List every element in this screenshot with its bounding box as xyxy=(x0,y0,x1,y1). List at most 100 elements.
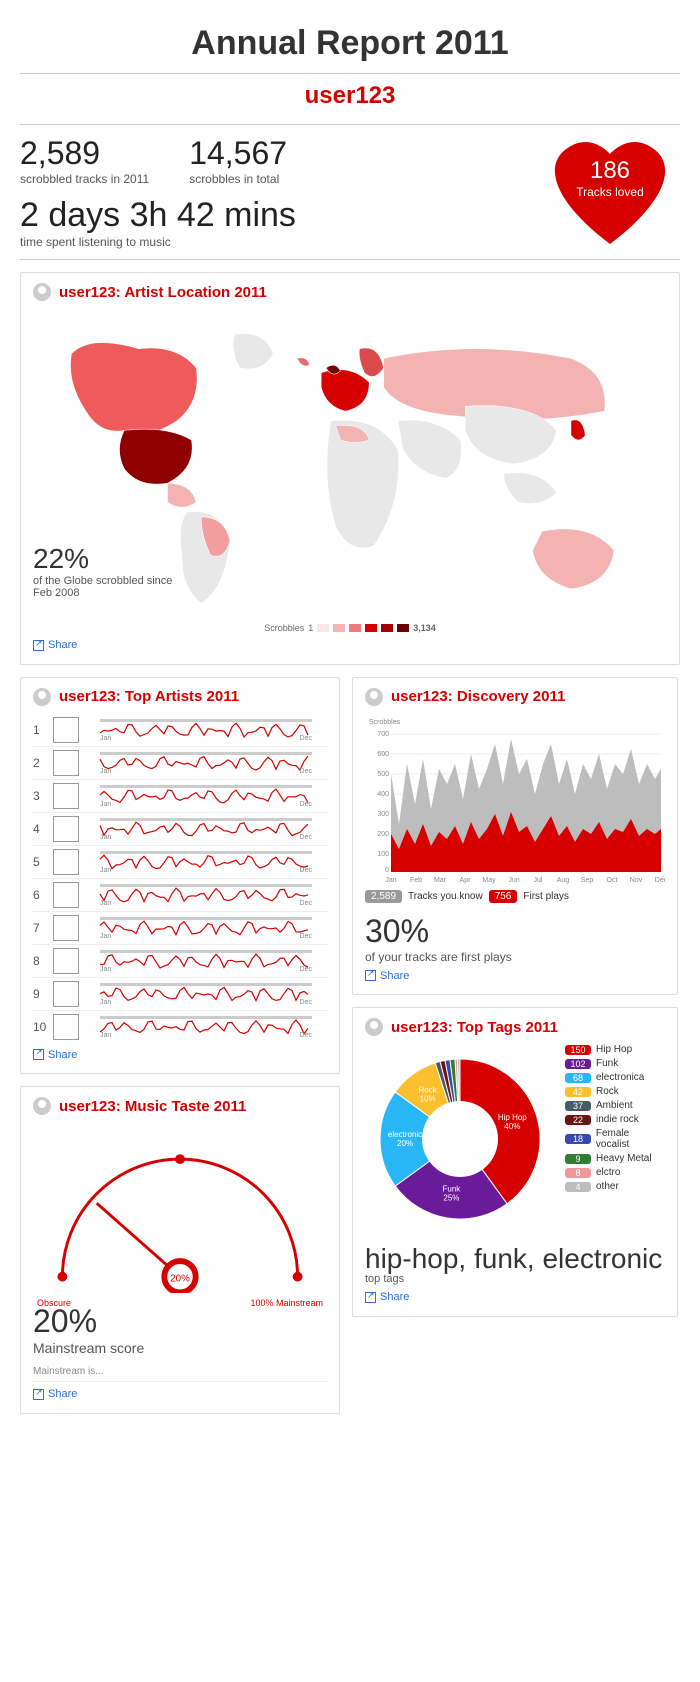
panel-top-tags: user123: Top Tags 2011 Hip Hop40%Funk25%… xyxy=(352,1007,678,1317)
panel-title: user123: Artist Location 2011 xyxy=(59,284,267,301)
artist-thumbnail xyxy=(53,849,79,875)
stat-scrobbles-total: 14,567 scrobbles in total xyxy=(189,135,287,186)
svg-text:300: 300 xyxy=(377,811,389,818)
artist-row[interactable]: 9 JanDec xyxy=(33,978,327,1011)
artist-sparkline: Jan Dec xyxy=(85,851,327,873)
svg-text:Dec: Dec xyxy=(300,801,313,807)
tag-legend-item: 102Funk xyxy=(565,1058,665,1069)
tags-donut: Hip Hop40%Funk25%electronic20%Rock10% xyxy=(365,1044,555,1234)
svg-text:500: 500 xyxy=(377,771,389,778)
svg-text:Dec: Dec xyxy=(300,834,313,840)
share-button[interactable]: Share xyxy=(33,633,77,651)
tag-legend-item: 9Heavy Metal xyxy=(565,1153,665,1164)
svg-text:Oct: Oct xyxy=(607,877,618,884)
svg-text:Dec: Dec xyxy=(300,1032,313,1038)
taste-gauge: 20% Obscure 100% Mainstream xyxy=(33,1123,327,1303)
svg-text:Dec: Dec xyxy=(300,966,313,972)
heart-loved: 186 Tracks loved xyxy=(540,129,680,249)
svg-text:Jul: Jul xyxy=(534,877,543,884)
tag-legend-item: 68electronica xyxy=(565,1072,665,1083)
svg-text:400: 400 xyxy=(377,791,389,798)
panel-top-artists: user123: Top Artists 2011 1JanDec2JanDec… xyxy=(20,677,340,1075)
artist-rank: 2 xyxy=(33,756,47,770)
share-button[interactable]: Share xyxy=(365,964,409,982)
username: user123 xyxy=(20,74,680,120)
artist-sparkline: Jan Dec xyxy=(85,785,327,807)
share-button[interactable]: Share xyxy=(33,1043,77,1061)
svg-text:Dec: Dec xyxy=(300,735,313,741)
map-legend: Scrobbles 1 3,134 xyxy=(33,623,667,633)
svg-text:Jan: Jan xyxy=(385,877,396,884)
panel-title: user123: Top Tags 2011 xyxy=(391,1019,558,1036)
tags-summary-label: top tags xyxy=(365,1273,665,1285)
discovery-percent-label: of your tracks are first plays xyxy=(365,950,665,964)
artist-rank: 3 xyxy=(33,789,47,803)
svg-text:Funk25%: Funk25% xyxy=(442,1184,461,1202)
svg-text:Jun: Jun xyxy=(508,877,519,884)
artist-rank: 4 xyxy=(33,822,47,836)
svg-text:Jan: Jan xyxy=(100,867,111,873)
svg-text:Jan: Jan xyxy=(100,1032,111,1038)
artist-sparkline: JanDec xyxy=(85,818,327,840)
share-icon xyxy=(33,1389,44,1400)
artist-row[interactable]: 10 Jan Dec xyxy=(33,1011,327,1043)
panel-music-taste: user123: Music Taste 2011 20% Obsc xyxy=(20,1086,340,1414)
svg-text:Dec: Dec xyxy=(655,877,665,884)
share-icon xyxy=(365,1292,376,1303)
artist-rank: 9 xyxy=(33,987,47,1001)
artist-thumbnail xyxy=(53,816,79,842)
artist-thumbnail xyxy=(53,717,79,743)
artist-sparkline: Jan Dec xyxy=(85,719,327,741)
artist-row[interactable]: 7JanDec xyxy=(33,912,327,945)
tag-legend-item: 150Hip Hop xyxy=(565,1044,665,1055)
svg-text:Dec: Dec xyxy=(300,933,313,939)
artist-thumbnail xyxy=(53,981,79,1007)
world-map: 22% of the Globe scrobbled since Feb 200… xyxy=(33,309,667,619)
svg-text:Jan: Jan xyxy=(100,999,111,1005)
svg-text:200: 200 xyxy=(377,831,389,838)
user-icon xyxy=(33,283,51,301)
share-button[interactable]: Share xyxy=(365,1285,409,1303)
svg-text:Nov: Nov xyxy=(630,877,643,884)
discovery-chart: Scrobbles 700600 xyxy=(365,714,665,884)
svg-text:Mar: Mar xyxy=(434,877,447,884)
svg-text:Rock10%: Rock10% xyxy=(419,1086,438,1104)
svg-text:Jan: Jan xyxy=(100,735,111,741)
svg-text:Jan: Jan xyxy=(100,900,111,906)
discovery-percent: 30% xyxy=(365,913,665,950)
share-button[interactable]: Share xyxy=(33,1382,77,1400)
artist-row[interactable]: 1JanDec xyxy=(33,714,327,747)
stat-scrobbled-2011: 2,589 scrobbled tracks in 2011 xyxy=(20,135,149,186)
artist-row[interactable]: 5 Jan Dec xyxy=(33,846,327,879)
artist-sparkline: JanDec xyxy=(85,884,327,906)
user-icon xyxy=(365,688,383,706)
artist-row[interactable]: 4 JanDec xyxy=(33,813,327,846)
artist-row[interactable]: 8JanDec xyxy=(33,945,327,978)
taste-subtext: Mainstream is... xyxy=(33,1366,327,1382)
panel-discovery: user123: Discovery 2011 Scrobbles xyxy=(352,677,678,996)
artist-row[interactable]: 2JanDec xyxy=(33,747,327,780)
svg-text:Jan: Jan xyxy=(100,801,111,807)
svg-text:600: 600 xyxy=(377,751,389,758)
tags-summary: hip-hop, funk, electronic xyxy=(365,1244,665,1273)
artist-row[interactable]: 3 Jan Dec xyxy=(33,780,327,813)
artist-thumbnail xyxy=(53,783,79,809)
user-icon xyxy=(33,1097,51,1115)
svg-text:Jan: Jan xyxy=(100,933,111,939)
page-title: Annual Report 2011 xyxy=(20,10,680,69)
tag-legend-item: 22indie rock xyxy=(565,1114,665,1125)
svg-text:0: 0 xyxy=(385,867,389,874)
panel-title: user123: Top Artists 2011 xyxy=(59,688,239,705)
svg-text:May: May xyxy=(482,877,496,884)
tag-legend-item: 18Female vocalist xyxy=(565,1128,665,1150)
user-icon xyxy=(33,688,51,706)
artist-rank: 5 xyxy=(33,855,47,869)
panel-artist-location: user123: Artist Location 2011 xyxy=(20,272,680,665)
share-icon xyxy=(365,970,376,981)
artist-sparkline: JanDec xyxy=(85,983,327,1005)
artist-row[interactable]: 6JanDec xyxy=(33,879,327,912)
artist-thumbnail xyxy=(53,882,79,908)
artist-sparkline: Jan Dec xyxy=(85,917,327,939)
svg-text:Dec: Dec xyxy=(300,867,313,873)
artist-rank: 10 xyxy=(33,1020,47,1034)
